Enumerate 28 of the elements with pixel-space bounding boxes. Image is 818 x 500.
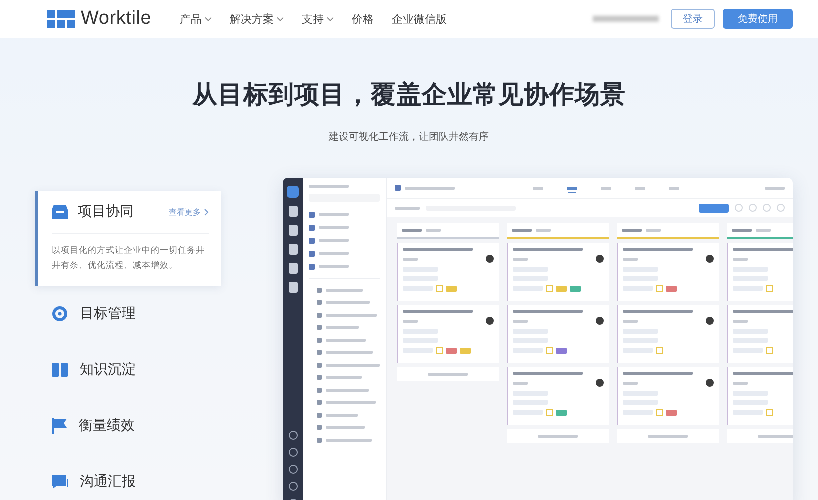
feature-item[interactable]: 知识沉淀 (35, 342, 221, 398)
logo-wordmark: Worktile (81, 8, 152, 30)
chevron-icon (204, 208, 209, 216)
hero-subtitle: 建设可视化工作流，让团队井然有序 (328, 130, 490, 144)
blurred-phone-number (593, 16, 659, 22)
chat-icon (52, 474, 68, 490)
book-icon (52, 363, 68, 377)
flag-icon (52, 418, 67, 434)
logo-icon (47, 10, 75, 28)
feature-description: 以项目化的方式让企业中的一切任务井井有条、优化流程、减本增效。 (52, 245, 206, 273)
feature-title: 知识沉淀 (80, 361, 136, 379)
feature-title: 项目协同 (78, 203, 134, 221)
feature-title: 沟通汇报 (80, 473, 136, 491)
feature-item[interactable]: 衡量绩效 (35, 398, 221, 454)
feature-item[interactable]: 目标管理 (35, 286, 221, 342)
feature-card[interactable]: 项目协同 查看更多 以项目化的方式让企业中的一切任务井井有条、优化流程、减本增效。 (35, 191, 221, 286)
nav-menu-item[interactable]: 产品 (180, 12, 212, 26)
feature-item[interactable]: 沟通汇报 (35, 454, 221, 500)
hero-title: 从目标到项目，覆盖企业常见协作场景 (191, 79, 627, 111)
login-button[interactable]: 登录 (671, 9, 715, 29)
target-icon (52, 306, 68, 322)
nav-menu-item[interactable]: 企业微信版 (392, 12, 447, 26)
feature-title: 目标管理 (80, 305, 136, 323)
nav-menu-item[interactable]: 支持 (302, 12, 334, 26)
tray-icon (52, 205, 68, 219)
nav-menu-item[interactable]: 解决方案 (230, 12, 284, 26)
feature-title: 衡量绩效 (79, 417, 135, 435)
nav-menu-item[interactable]: 价格 (352, 12, 374, 26)
